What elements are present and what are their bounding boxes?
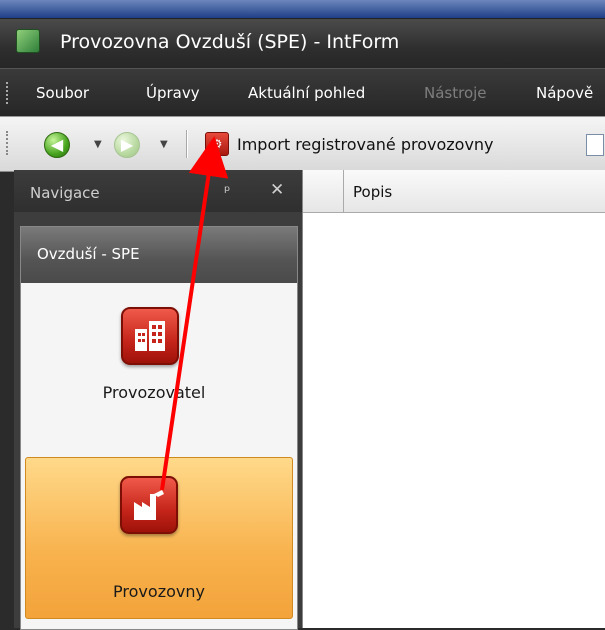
pin-icon[interactable]: ᵖ bbox=[224, 182, 230, 200]
back-button[interactable]: ◀ bbox=[44, 132, 70, 158]
forward-arrow-icon: ▶ bbox=[120, 135, 134, 154]
column-header-popis[interactable]: Popis bbox=[353, 183, 392, 201]
back-arrow-icon: ◀ bbox=[50, 135, 64, 154]
building-icon bbox=[121, 307, 179, 365]
menu-nastroje[interactable]: Nástroje bbox=[424, 84, 487, 102]
menu-napoveda[interactable]: Nápově bbox=[536, 84, 593, 102]
content-grid: Popis bbox=[302, 170, 605, 628]
back-dropdown-icon[interactable]: ▼ bbox=[94, 139, 102, 150]
grid-corner[interactable] bbox=[303, 170, 344, 212]
menu-aktualni-pohled[interactable]: Aktuální pohled bbox=[248, 84, 365, 102]
menu-soubor[interactable]: Soubor bbox=[36, 84, 89, 102]
nav-item-label: Provozovny bbox=[113, 582, 205, 601]
nav-item-provozovny[interactable]: Provozovny bbox=[25, 457, 293, 619]
toolbar: ◀ ▼ ▶ ▼ ⚙ Import registrované provozovny bbox=[0, 116, 605, 172]
navigation-header: Navigace ᵖ ✕ bbox=[14, 170, 302, 212]
toolbar-grip[interactable] bbox=[6, 131, 11, 155]
desktop-strip bbox=[0, 0, 605, 18]
menu-grip[interactable] bbox=[6, 82, 11, 104]
factory-icon bbox=[120, 476, 178, 534]
forward-dropdown-icon[interactable]: ▼ bbox=[160, 139, 168, 150]
menu-bar: Soubor Úpravy Aktuální pohled Nástroje N… bbox=[0, 68, 605, 117]
grid-header: Popis bbox=[303, 170, 605, 213]
app-icon bbox=[16, 29, 40, 53]
new-document-icon[interactable] bbox=[586, 134, 604, 156]
import-label: Import registrované provozovny bbox=[237, 134, 494, 154]
navigation-body: Ovzduší - SPE Provozovatel Provozovny bbox=[20, 226, 298, 630]
navigation-group-header[interactable]: Ovzduší - SPE bbox=[21, 227, 297, 283]
toolbar-separator bbox=[186, 130, 188, 158]
navigation-title: Navigace bbox=[30, 184, 100, 202]
navigation-group-title: Ovzduší - SPE bbox=[37, 245, 140, 263]
nav-item-label: Provozovatel bbox=[102, 383, 206, 402]
import-icon: ⚙ bbox=[205, 132, 229, 156]
import-button[interactable]: ⚙ Import registrované provozovny bbox=[205, 130, 494, 158]
nav-item-provozovatel[interactable]: Provozovatel bbox=[21, 285, 297, 445]
navigation-pane: Navigace ᵖ ✕ Ovzduší - SPE Provozovatel … bbox=[14, 170, 302, 630]
forward-button[interactable]: ▶ bbox=[114, 132, 140, 158]
title-bar: Provozovna Ovzduší (SPE) - IntForm bbox=[0, 18, 605, 69]
menu-upravy[interactable]: Úpravy bbox=[146, 84, 200, 102]
close-icon[interactable]: ✕ bbox=[270, 180, 284, 200]
window-title: Provozovna Ovzduší (SPE) - IntForm bbox=[60, 31, 400, 53]
